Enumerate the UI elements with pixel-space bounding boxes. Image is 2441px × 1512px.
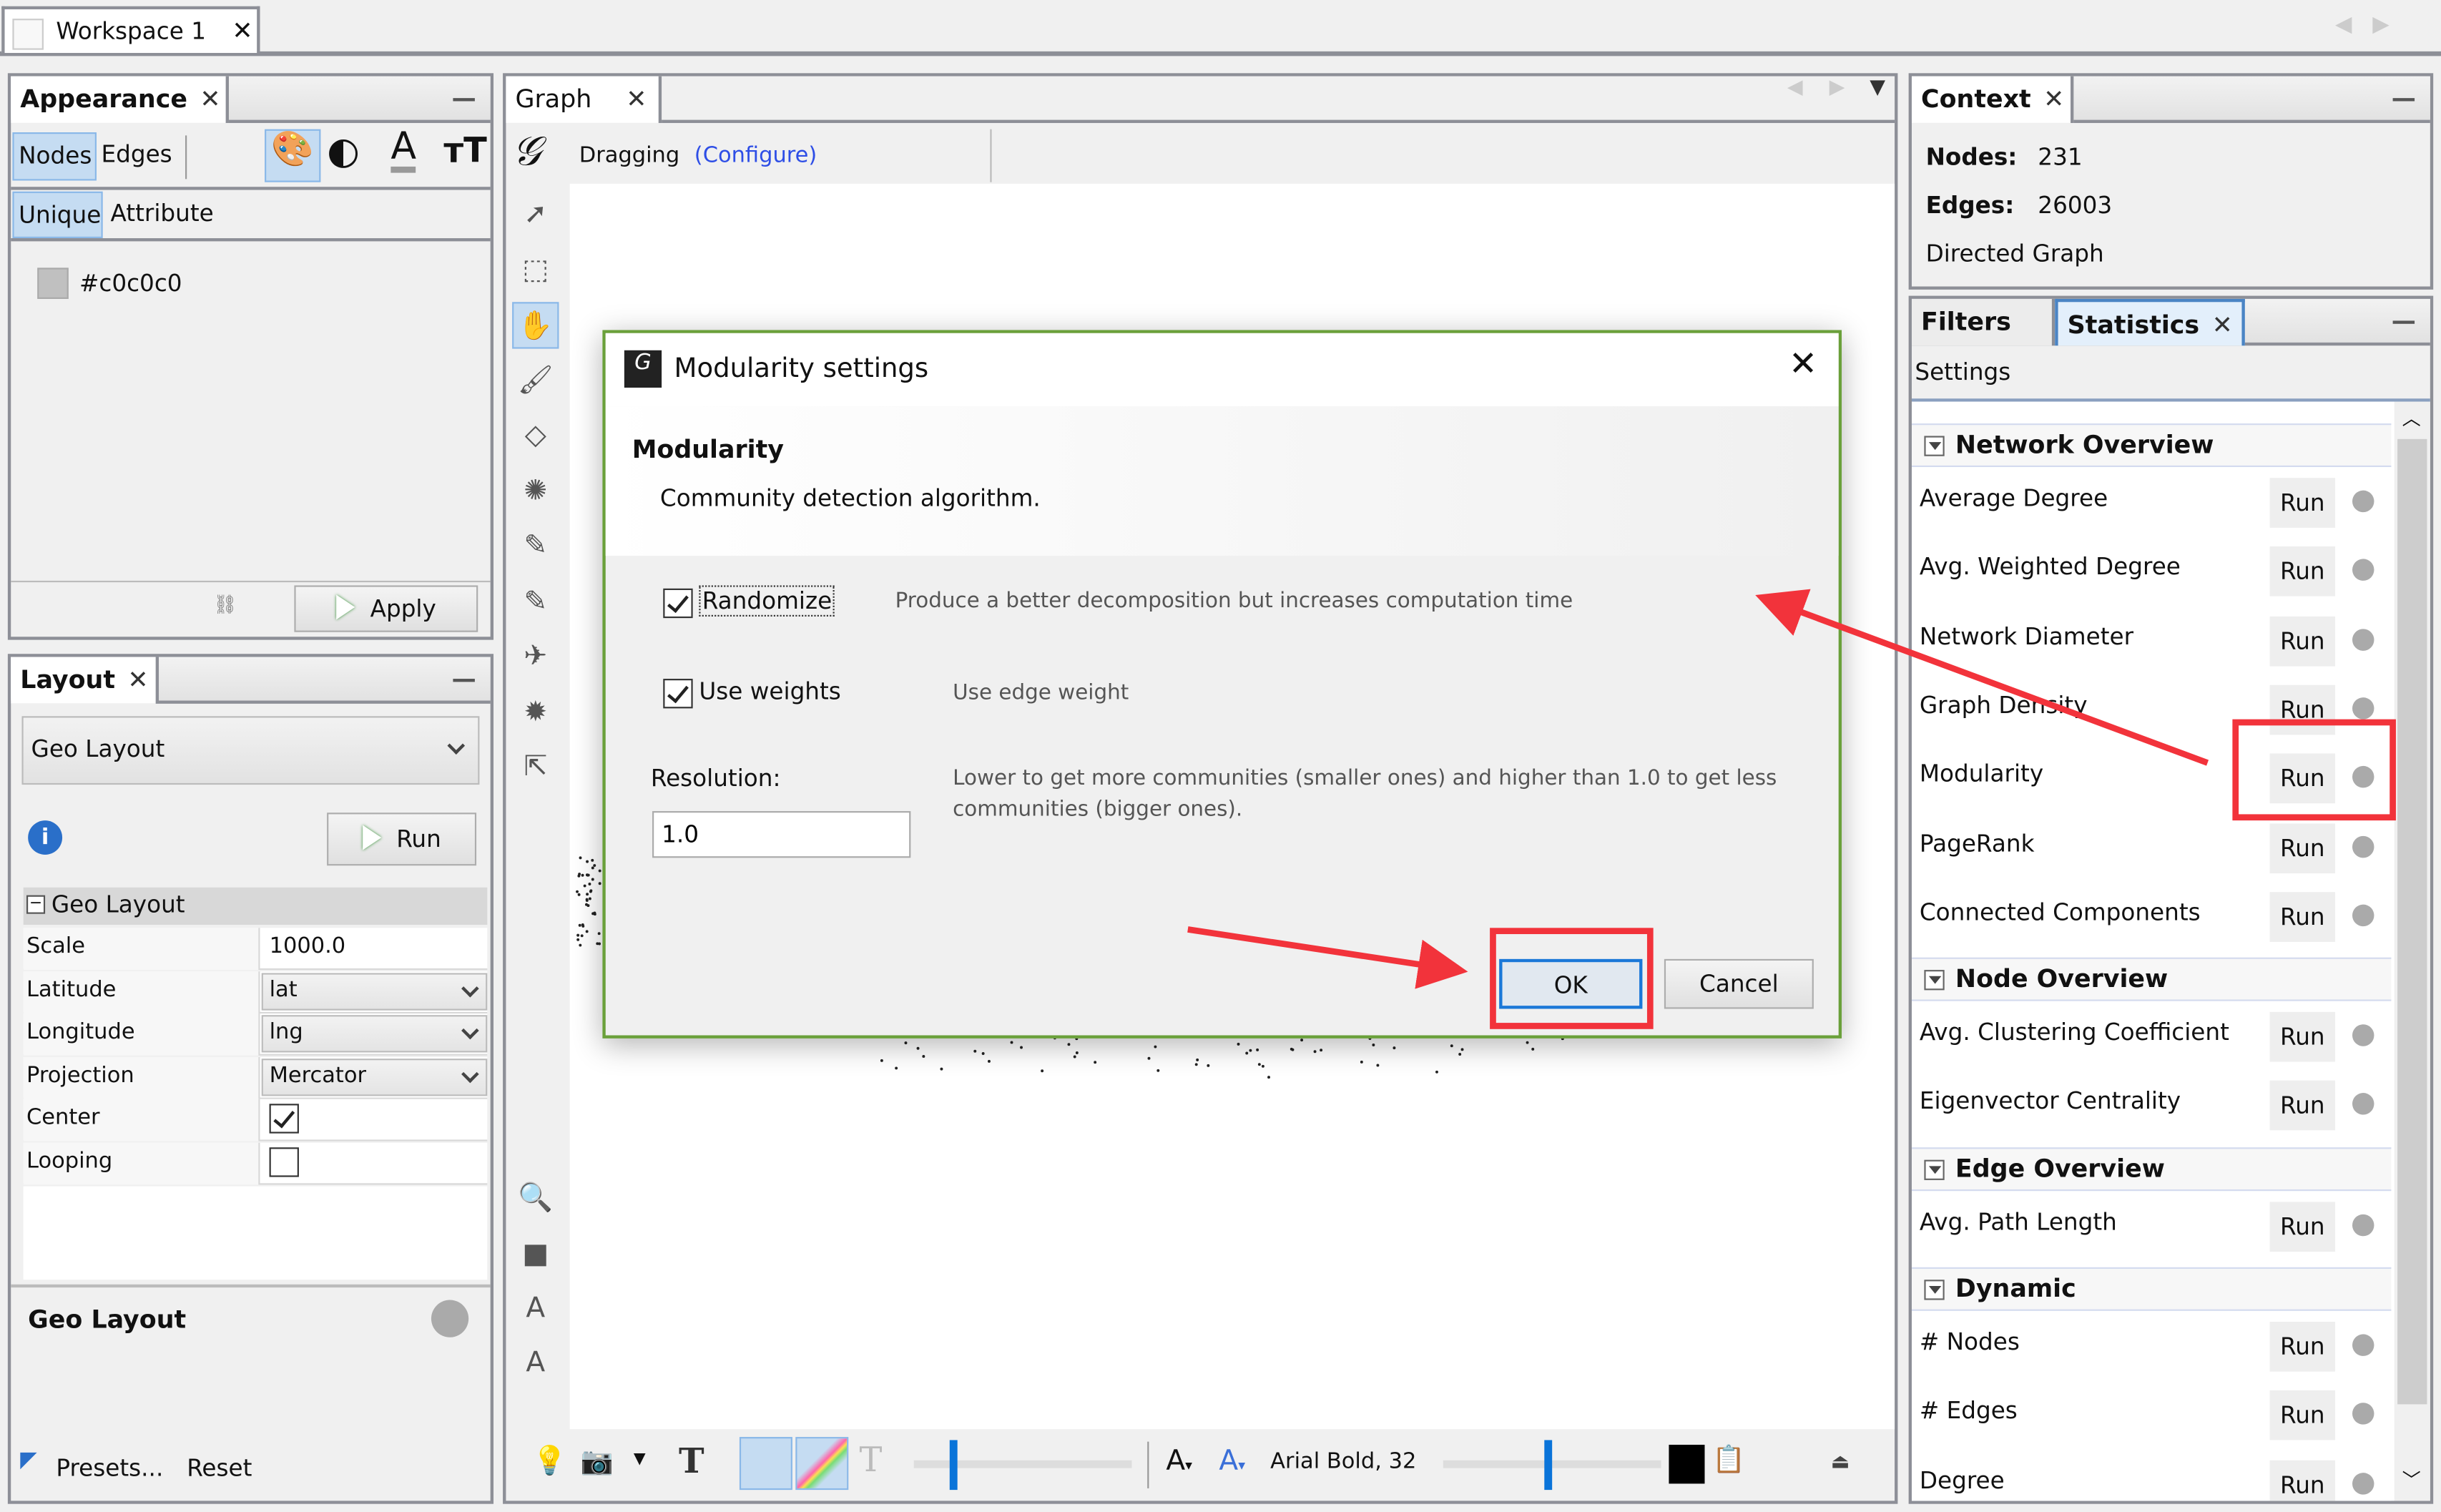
gephi-window: Workspace 1 ✕ ◀ ▶ Appearance ✕ Nodes Edge…	[0, 0, 2441, 1512]
arrow-to-randomize	[1755, 589, 2209, 766]
arrow-to-ok	[1187, 926, 1468, 989]
annotation-arrows	[1187, 589, 2209, 989]
